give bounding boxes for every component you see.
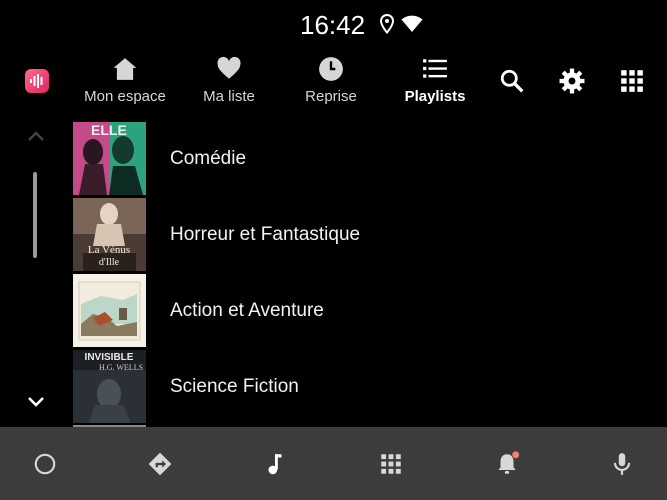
tab-label: Reprise: [305, 88, 357, 105]
cover-title: La Vénus: [88, 244, 130, 256]
tab-label: Mon espace: [84, 88, 166, 105]
music-note-icon[interactable]: [262, 451, 288, 477]
home-icon: [80, 56, 170, 86]
list-item[interactable]: INVISIBLE H.G. WELLS Science Fiction: [73, 350, 667, 424]
wifi-icon: [401, 15, 423, 38]
playlist-title: Horreur et Fantastique: [170, 224, 361, 245]
tab-playlists[interactable]: Playlists: [400, 52, 470, 110]
cover-subtitle: d'Ille: [99, 257, 120, 268]
scroll-down-icon[interactable]: [26, 393, 46, 414]
apps-grid-icon[interactable]: [619, 68, 645, 94]
cover-title: INVISIBLE: [85, 352, 134, 363]
playlist-title: Comédie: [170, 148, 247, 169]
notification-dot: [512, 451, 520, 459]
list-item[interactable]: La Vénus d'Ille Horreur et Fantastique: [73, 198, 667, 272]
playlist-list: ELLE Comédie La Vénus d'Ille Horreur et …: [73, 122, 667, 427]
list-icon: [400, 56, 470, 86]
apps-grid-icon[interactable]: [378, 451, 404, 477]
location-icon: [379, 13, 395, 39]
tab-label: Playlists: [404, 88, 466, 105]
scrollbar-thumb[interactable]: [33, 172, 37, 258]
search-icon[interactable]: [499, 68, 525, 94]
clock-icon: [298, 56, 364, 86]
microphone-icon[interactable]: [609, 451, 635, 477]
top-navigation: Mon espace Ma liste Reprise Playlists: [0, 52, 667, 110]
tab-ma-liste[interactable]: Ma liste: [195, 52, 263, 110]
scroll-up-icon[interactable]: [26, 128, 46, 149]
audio-wave-icon[interactable]: [25, 69, 49, 93]
status-bar: 16:42: [0, 0, 667, 50]
playlist-cover: ELLE: [73, 122, 146, 195]
cover-subtitle: H.G. WELLS: [99, 363, 143, 372]
heart-icon: [195, 56, 263, 86]
navigation-icon[interactable]: [147, 451, 173, 477]
tab-reprise[interactable]: Reprise: [298, 52, 364, 110]
playlist-cover: INVISIBLE H.G. WELLS: [73, 350, 146, 423]
tab-label: Ma liste: [203, 88, 255, 105]
tab-mon-espace[interactable]: Mon espace: [80, 52, 170, 110]
playlist-title: Action et Aventure: [170, 300, 324, 321]
playlist-cover: [73, 274, 146, 347]
system-bottom-bar: [0, 427, 667, 500]
list-item[interactable]: Action et Aventure: [73, 274, 667, 348]
clock: 16:42: [300, 10, 366, 40]
playlist-cover: La Vénus d'Ille: [73, 198, 146, 271]
cover-title: ELLE: [91, 122, 127, 138]
list-item[interactable]: ELLE Comédie: [73, 122, 667, 196]
home-circle-icon[interactable]: [32, 451, 58, 477]
notification-bell-icon[interactable]: [494, 451, 520, 477]
playlist-title: Science Fiction: [170, 376, 299, 397]
gear-icon[interactable]: [559, 68, 585, 94]
